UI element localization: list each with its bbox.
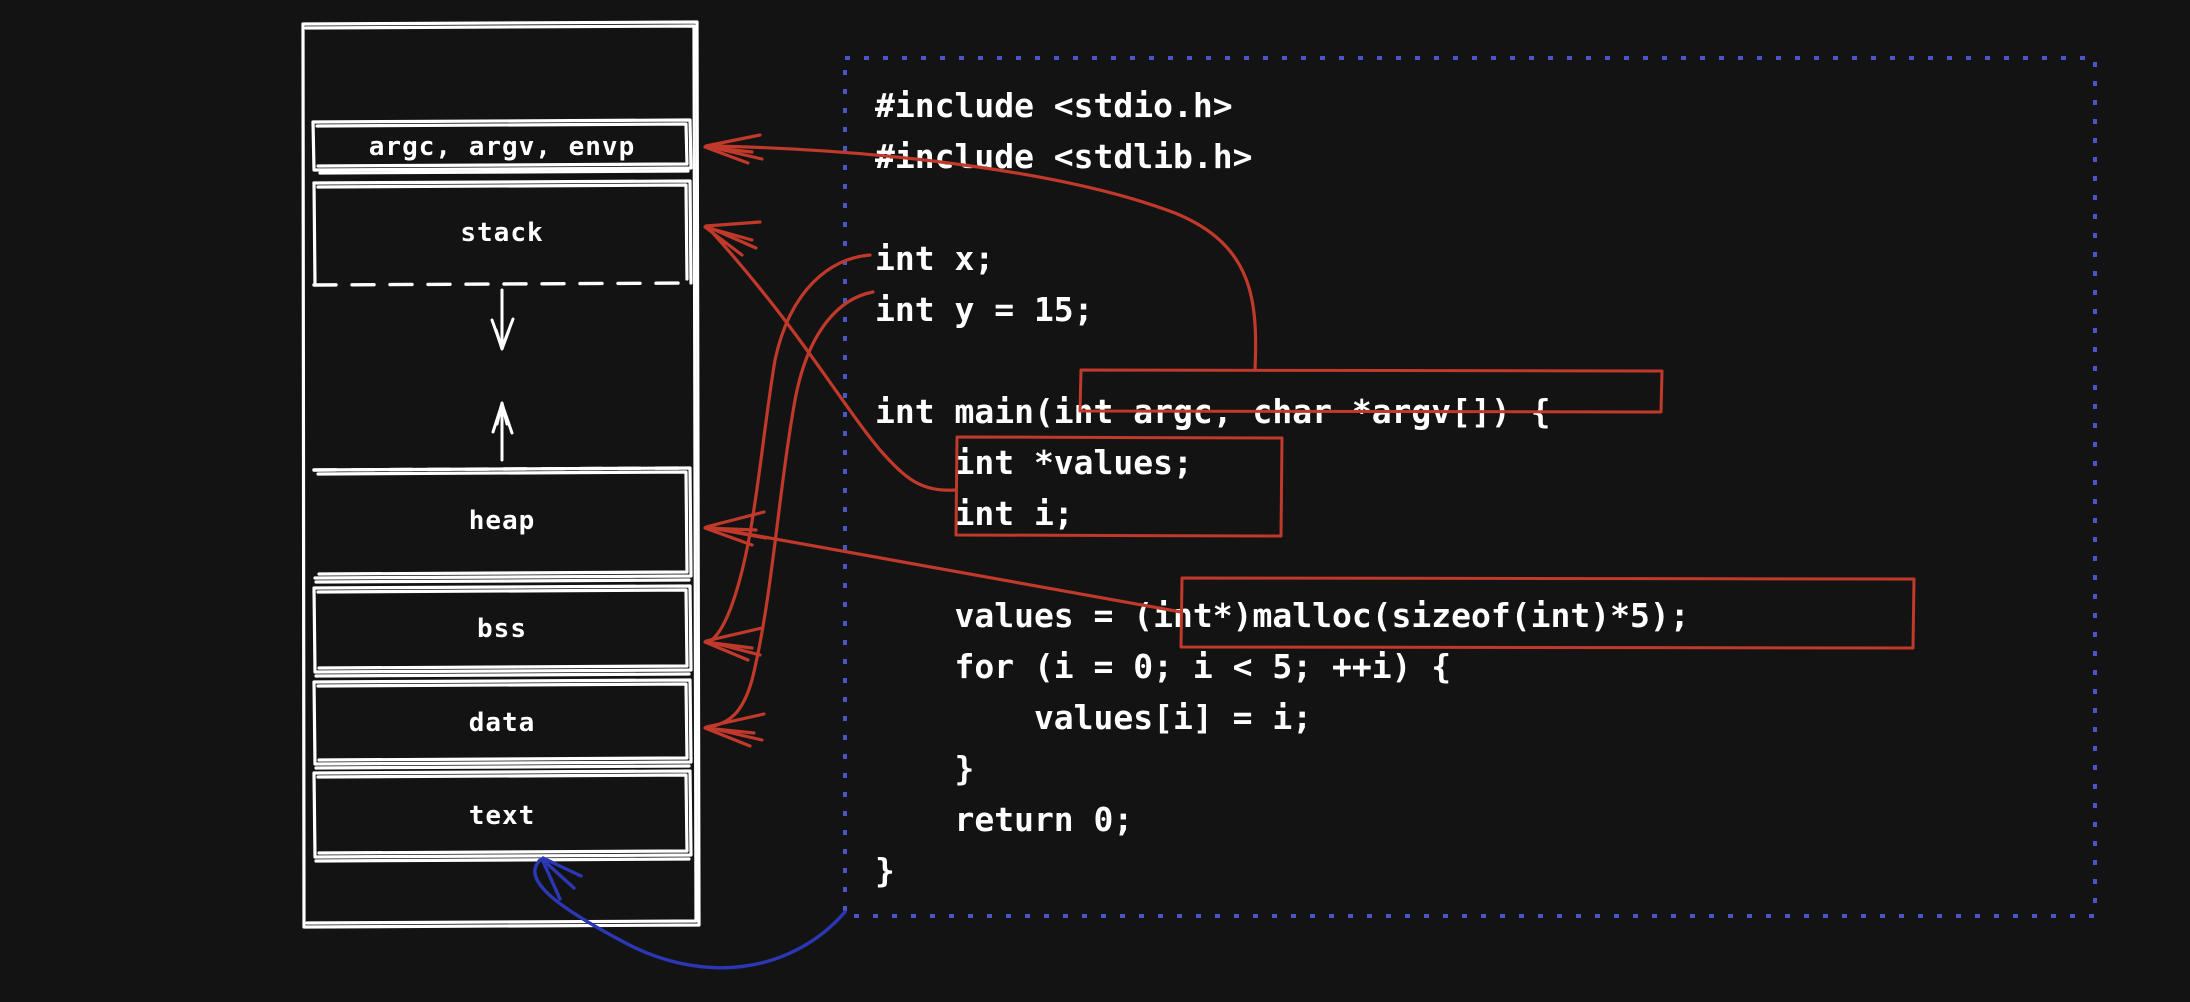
connector-params-to-argc-argv-envp [705, 135, 1256, 370]
connector-inty-to-data [705, 292, 873, 746]
connector-code-to-text [535, 858, 845, 968]
annotation-layer [0, 0, 2190, 1002]
connector-locals-to-stack [705, 222, 956, 490]
highlight-box-locals [956, 437, 1282, 536]
highlight-box-main-params [1080, 370, 1662, 412]
highlight-box-malloc [1181, 578, 1914, 648]
diagram-canvas: argc, argv, envp stack heap bss data tex… [0, 0, 2190, 1002]
code-panel-dotted-border [845, 58, 2095, 916]
